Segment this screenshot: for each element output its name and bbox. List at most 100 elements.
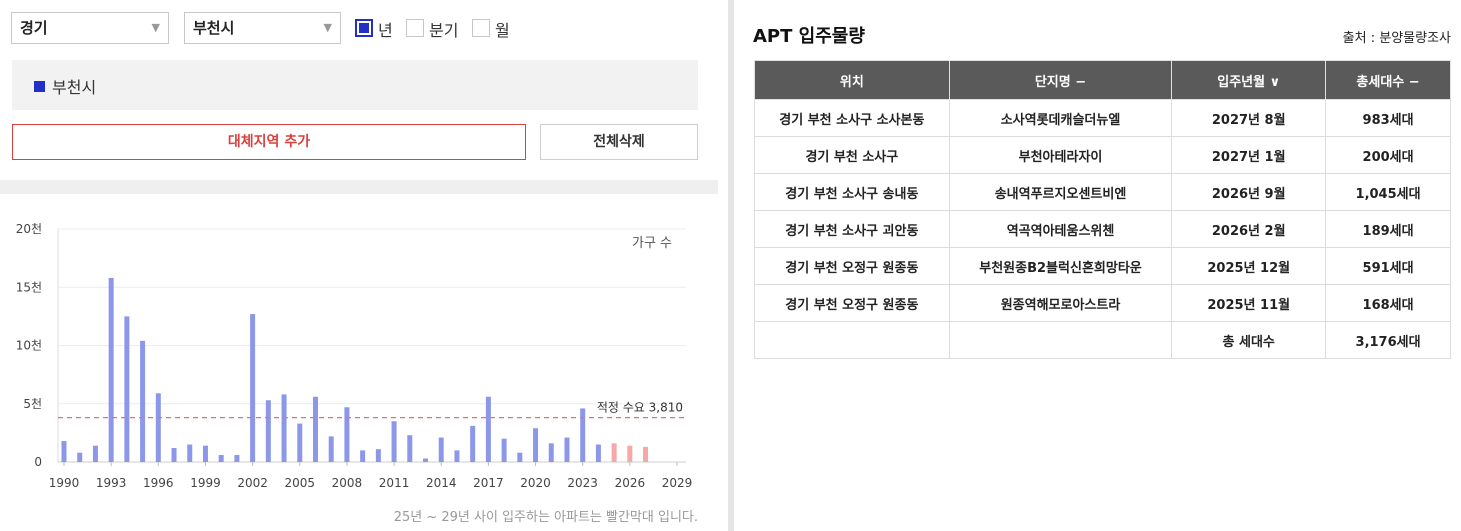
bar[interactable] — [171, 448, 177, 462]
bar[interactable] — [470, 425, 476, 462]
total-label: 총 세대수 — [1171, 321, 1327, 359]
cell-location: 경기 부천 오정구 원종동 — [754, 247, 950, 285]
chevron-down-icon: ▼ — [151, 21, 160, 34]
cell-complex-name: 송내역푸르지오센트비엔 — [948, 173, 1173, 211]
bar[interactable] — [375, 449, 381, 462]
x-tick-label: 2014 — [426, 476, 457, 490]
region-color-swatch — [34, 81, 45, 92]
checkbox-year-label: 년 — [378, 21, 393, 40]
cell-move-in-date: 2026년 2월 — [1171, 210, 1327, 248]
table-row: 경기 부천 소사구 소사본동 소사역롯데캐슬더뉴엘 2027년 8월 983세대 — [754, 99, 1451, 137]
bar[interactable] — [391, 421, 397, 462]
bar[interactable] — [533, 428, 539, 462]
checkbox-month[interactable] — [472, 19, 490, 37]
bar[interactable] — [360, 450, 366, 462]
bar[interactable] — [77, 452, 83, 462]
apt-supply-table: 위치 단지명 − 입주년월 ∨ 총세대수 − 경기 부천 소사구 소사본동 소사역… — [754, 60, 1451, 359]
bar[interactable] — [187, 444, 193, 462]
checkbox-month-label: 월 — [495, 21, 510, 40]
bar[interactable] — [140, 340, 146, 462]
bar[interactable] — [501, 438, 507, 462]
x-tick-label: 1990 — [49, 476, 80, 490]
chart-footnote: 25년 ~ 29년 사이 입주하는 아파트는 빨간막대 입니다. — [393, 510, 698, 525]
bar[interactable] — [548, 443, 554, 462]
y-tick-label: 10천 — [16, 338, 42, 353]
x-tick-label: 1993 — [96, 476, 127, 490]
y-tick-label: 0 — [34, 455, 42, 469]
bar[interactable] — [580, 408, 586, 462]
bar[interactable] — [517, 452, 523, 462]
right-panel: APT 입주물량 출처 : 분양물량조사 위치 단지명 − 입주년월 ∨ 총세대… — [734, 0, 1461, 531]
bar[interactable] — [595, 444, 601, 462]
cell-complex-name: 원종역해모로아스트라 — [948, 284, 1173, 322]
bar[interactable] — [328, 436, 334, 462]
total-value: 3,176세대 — [1325, 321, 1451, 359]
bar[interactable] — [155, 393, 161, 462]
cell-move-in-date: 2026년 9월 — [1171, 173, 1327, 211]
bar[interactable] — [124, 316, 130, 462]
city-select-value: 부천시 — [193, 19, 235, 37]
left-panel: 경기 ▼ 부천시 ▼ 년 분기 월 부천시 대체지역 추가 전체삭제 0 5천 10… — [0, 0, 718, 531]
province-select[interactable]: 경기 ▼ — [11, 12, 169, 44]
bar[interactable] — [202, 445, 208, 462]
cell-total-units: 168세대 — [1325, 284, 1451, 322]
demand-line-label: 적정 수요 3,810 — [597, 401, 683, 415]
x-tick-label: 2023 — [567, 476, 598, 490]
bar-future[interactable] — [611, 443, 617, 462]
x-tick-label: 2005 — [284, 476, 315, 490]
x-tick-label: 2017 — [473, 476, 504, 490]
cell-location: 경기 부천 소사구 소사본동 — [754, 99, 950, 137]
bar[interactable] — [218, 455, 224, 462]
data-source: 출처 : 분양물량조사 — [1342, 31, 1451, 46]
cell-complex-name: 부천원종B2블럭신혼희망타운 — [948, 247, 1173, 285]
checkbox-quarter[interactable] — [406, 19, 424, 37]
cell-location: 경기 부천 소사구 송내동 — [754, 173, 950, 211]
x-tick-label: 2029 — [662, 476, 693, 490]
table-row: 경기 부천 오정구 원종동 원종역해모로아스트라 2025년 11월 168세대 — [754, 284, 1451, 322]
x-tick-label: 2020 — [520, 476, 551, 490]
table-row: 경기 부천 오정구 원종동 부천원종B2블럭신혼희망타운 2025년 12월 591세… — [754, 247, 1451, 285]
cell-empty — [754, 321, 950, 359]
add-region-button[interactable]: 대체지역 추가 — [12, 124, 526, 160]
bar[interactable] — [108, 277, 114, 462]
column-complex-name[interactable]: 단지명 − — [948, 60, 1173, 100]
cell-location: 경기 부천 소사구 — [754, 136, 950, 174]
x-tick-label: 2002 — [237, 476, 268, 490]
province-select-value: 경기 — [20, 19, 48, 37]
bar[interactable] — [265, 400, 271, 462]
bar[interactable] — [312, 396, 318, 462]
bar[interactable] — [344, 407, 350, 462]
column-location: 위치 — [754, 60, 950, 100]
y-tick-label: 5천 — [23, 396, 42, 411]
table-row: 경기 부천 소사구 부천아테라자이 2027년 1월 200세대 — [754, 136, 1451, 174]
bar-future[interactable] — [643, 446, 649, 462]
column-total-units[interactable]: 총세대수 − — [1325, 60, 1451, 100]
bar[interactable] — [297, 423, 303, 462]
bar[interactable] — [281, 394, 287, 462]
x-tick-label: 1999 — [190, 476, 221, 490]
checkbox-year[interactable] — [355, 19, 373, 37]
bar[interactable] — [423, 458, 429, 462]
bar[interactable] — [407, 435, 413, 462]
bar[interactable] — [250, 314, 256, 462]
cell-total-units: 591세대 — [1325, 247, 1451, 285]
bar[interactable] — [564, 437, 570, 462]
city-select[interactable]: 부천시 ▼ — [184, 12, 341, 44]
bar[interactable] — [485, 396, 491, 462]
bar[interactable] — [438, 437, 444, 462]
region-item[interactable]: 부천시 — [52, 74, 96, 98]
cell-total-units: 200세대 — [1325, 136, 1451, 174]
y-tick-label: 20천 — [16, 221, 42, 236]
bar[interactable] — [61, 441, 67, 462]
x-tick-label: 2011 — [379, 476, 410, 490]
bar[interactable] — [92, 445, 98, 462]
column-move-in-date[interactable]: 입주년월 ∨ — [1171, 60, 1327, 100]
bar[interactable] — [234, 455, 240, 462]
cell-total-units: 189세대 — [1325, 210, 1451, 248]
bar[interactable] — [454, 450, 460, 462]
bar-future[interactable] — [627, 445, 633, 462]
cell-complex-name: 역곡역아테움스위첸 — [948, 210, 1173, 248]
table-total-row: 총 세대수 3,176세대 — [754, 321, 1451, 359]
delete-all-button[interactable]: 전체삭제 — [540, 124, 698, 160]
cell-move-in-date: 2027년 8월 — [1171, 99, 1327, 137]
